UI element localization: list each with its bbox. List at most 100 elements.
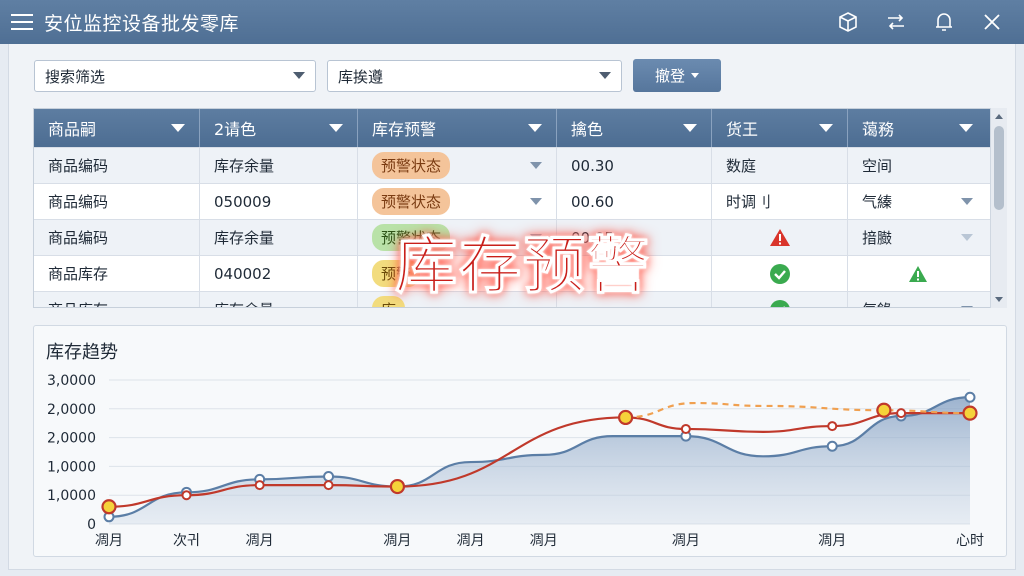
x-tick-label: 次귀	[173, 533, 200, 549]
cell-service[interactable]: 气錄	[848, 292, 987, 307]
search-filter-select[interactable]: 搜索筛选	[34, 60, 316, 92]
y-tick-label: 2,0000	[47, 431, 96, 447]
data-point-red	[323, 480, 334, 491]
cell-service[interactable]: 揞臌	[848, 220, 987, 255]
bell-icon	[936, 13, 952, 31]
y-tick-label: 1,0000	[47, 459, 96, 475]
data-point-red	[896, 408, 907, 419]
x-tick-label: 心时	[956, 533, 984, 549]
chart-card: 库存趋势 3,0000 2,0000 2,0000 1,0000 1,0000 0 凋月 次귀…	[33, 325, 1007, 557]
cube-icon	[839, 12, 857, 32]
action-button-label: 撤登	[654, 67, 685, 85]
area-fill	[109, 397, 970, 524]
data-point-highlight	[617, 409, 634, 426]
x-tick-label: 凋月	[672, 533, 700, 549]
cell-status[interactable]: 预警状态	[358, 184, 557, 219]
x-tick-label: 凋月	[818, 533, 846, 549]
table-header: 商品嗣 2请色 库存预警 擒色 货王 蔼務	[34, 109, 990, 147]
cell-stock: 040002	[200, 256, 358, 291]
cell-service: 空间	[862, 157, 893, 175]
y-tick-label: 3,0000	[47, 373, 96, 389]
chevron-down-icon	[599, 72, 611, 79]
cell-product: 商品编码	[34, 220, 200, 255]
action-button[interactable]: 撤登	[633, 59, 721, 92]
status-badge: 预警状态	[372, 188, 451, 215]
cell-service-text: 揞臌	[862, 229, 893, 247]
y-tick-label: 1,0000	[47, 488, 96, 504]
chevron-down-icon	[961, 234, 973, 241]
title-bar: 安位监控设备批发零库	[0, 0, 1024, 44]
menu-icon	[11, 14, 33, 30]
cell-product: 商品库存	[34, 292, 200, 307]
cell-product: 商品库存	[34, 256, 200, 291]
cell-product: 商品编码	[34, 184, 200, 219]
category-select[interactable]: 库挨遵	[327, 60, 622, 92]
data-point-blue	[964, 391, 976, 403]
cell-stock: 库存余量	[200, 292, 358, 307]
chevron-down-icon	[530, 162, 542, 169]
chevron-down-icon	[530, 198, 542, 205]
column-header[interactable]: 商品嗣	[34, 109, 200, 147]
chevron-down-icon	[171, 124, 185, 132]
menu-button[interactable]	[0, 0, 44, 44]
chevron-down-icon	[683, 124, 697, 132]
column-header[interactable]: 库存预警	[358, 109, 557, 147]
alert-icon	[769, 228, 790, 246]
x-tick-label: 凋月	[383, 533, 411, 549]
window-tools	[824, 0, 1016, 44]
column-header[interactable]: 2请色	[200, 109, 358, 147]
column-header[interactable]: 货王	[712, 109, 848, 147]
cell-value: 00.30	[557, 148, 712, 183]
swap-button[interactable]	[872, 0, 920, 44]
data-point-highlight	[389, 478, 406, 495]
cell-status[interactable]: 预警状态	[358, 148, 557, 183]
notification-button[interactable]	[920, 0, 968, 44]
scroll-up-icon[interactable]	[995, 114, 1003, 119]
cell-stock: 050009	[200, 184, 358, 219]
scroll-thumb[interactable]	[994, 126, 1004, 210]
cell-service	[848, 256, 987, 291]
y-tick-label: 0	[87, 517, 96, 533]
table-row[interactable]: 商品编码 050009 预警状态 00.60 时调刂 气縥	[34, 183, 990, 219]
cell-stock: 库存余量	[200, 220, 358, 255]
x-tick-label: 凋月	[95, 533, 123, 549]
data-point-highlight	[962, 405, 978, 421]
warning-icon	[908, 265, 927, 282]
close-icon	[984, 14, 1000, 30]
chevron-down-icon	[691, 73, 699, 78]
x-tick-label: 凋月	[530, 533, 558, 549]
chevron-down-icon	[528, 124, 542, 132]
check-icon	[769, 263, 790, 284]
y-tick-label: 2,0000	[47, 402, 96, 418]
cube-button[interactable]	[824, 0, 872, 44]
check-icon	[769, 299, 790, 307]
column-header[interactable]: 蔼務	[848, 109, 987, 147]
table-row[interactable]: 商品编码 库存余量 预警状态 00.30 数庭 空间	[34, 147, 990, 183]
status-badge: 预警状态	[372, 152, 451, 179]
cell-info: 时调刂	[712, 184, 848, 219]
data-point-blue	[323, 470, 335, 482]
cell-service-text: 气錄	[862, 299, 892, 307]
warning-overlay-text: 库存预警	[394, 229, 652, 303]
chevron-down-icon	[961, 198, 973, 205]
chevron-down-icon	[961, 306, 973, 307]
cell-info	[712, 220, 848, 255]
data-point-red	[181, 490, 192, 501]
cell-service[interactable]: 气縥	[848, 184, 987, 219]
chevron-down-icon	[819, 124, 833, 132]
column-header[interactable]: 擒色	[557, 109, 712, 147]
cell-value: 00.60	[557, 184, 712, 219]
cell-info: 数庭	[712, 148, 848, 183]
chevron-down-icon	[293, 72, 305, 79]
app-title: 安位监控设备批发零库	[44, 12, 240, 35]
search-filter-value: 搜索筛选	[45, 67, 106, 86]
table-scrollbar[interactable]	[990, 108, 1007, 308]
chevron-down-icon	[329, 124, 343, 132]
cell-info	[712, 256, 848, 291]
scroll-down-icon[interactable]	[995, 297, 1003, 302]
cell-stock: 库存余量	[200, 148, 358, 183]
data-point-highlight	[101, 499, 117, 515]
swap-icon	[888, 14, 904, 30]
close-button[interactable]	[968, 0, 1016, 44]
data-point-red	[680, 423, 691, 434]
